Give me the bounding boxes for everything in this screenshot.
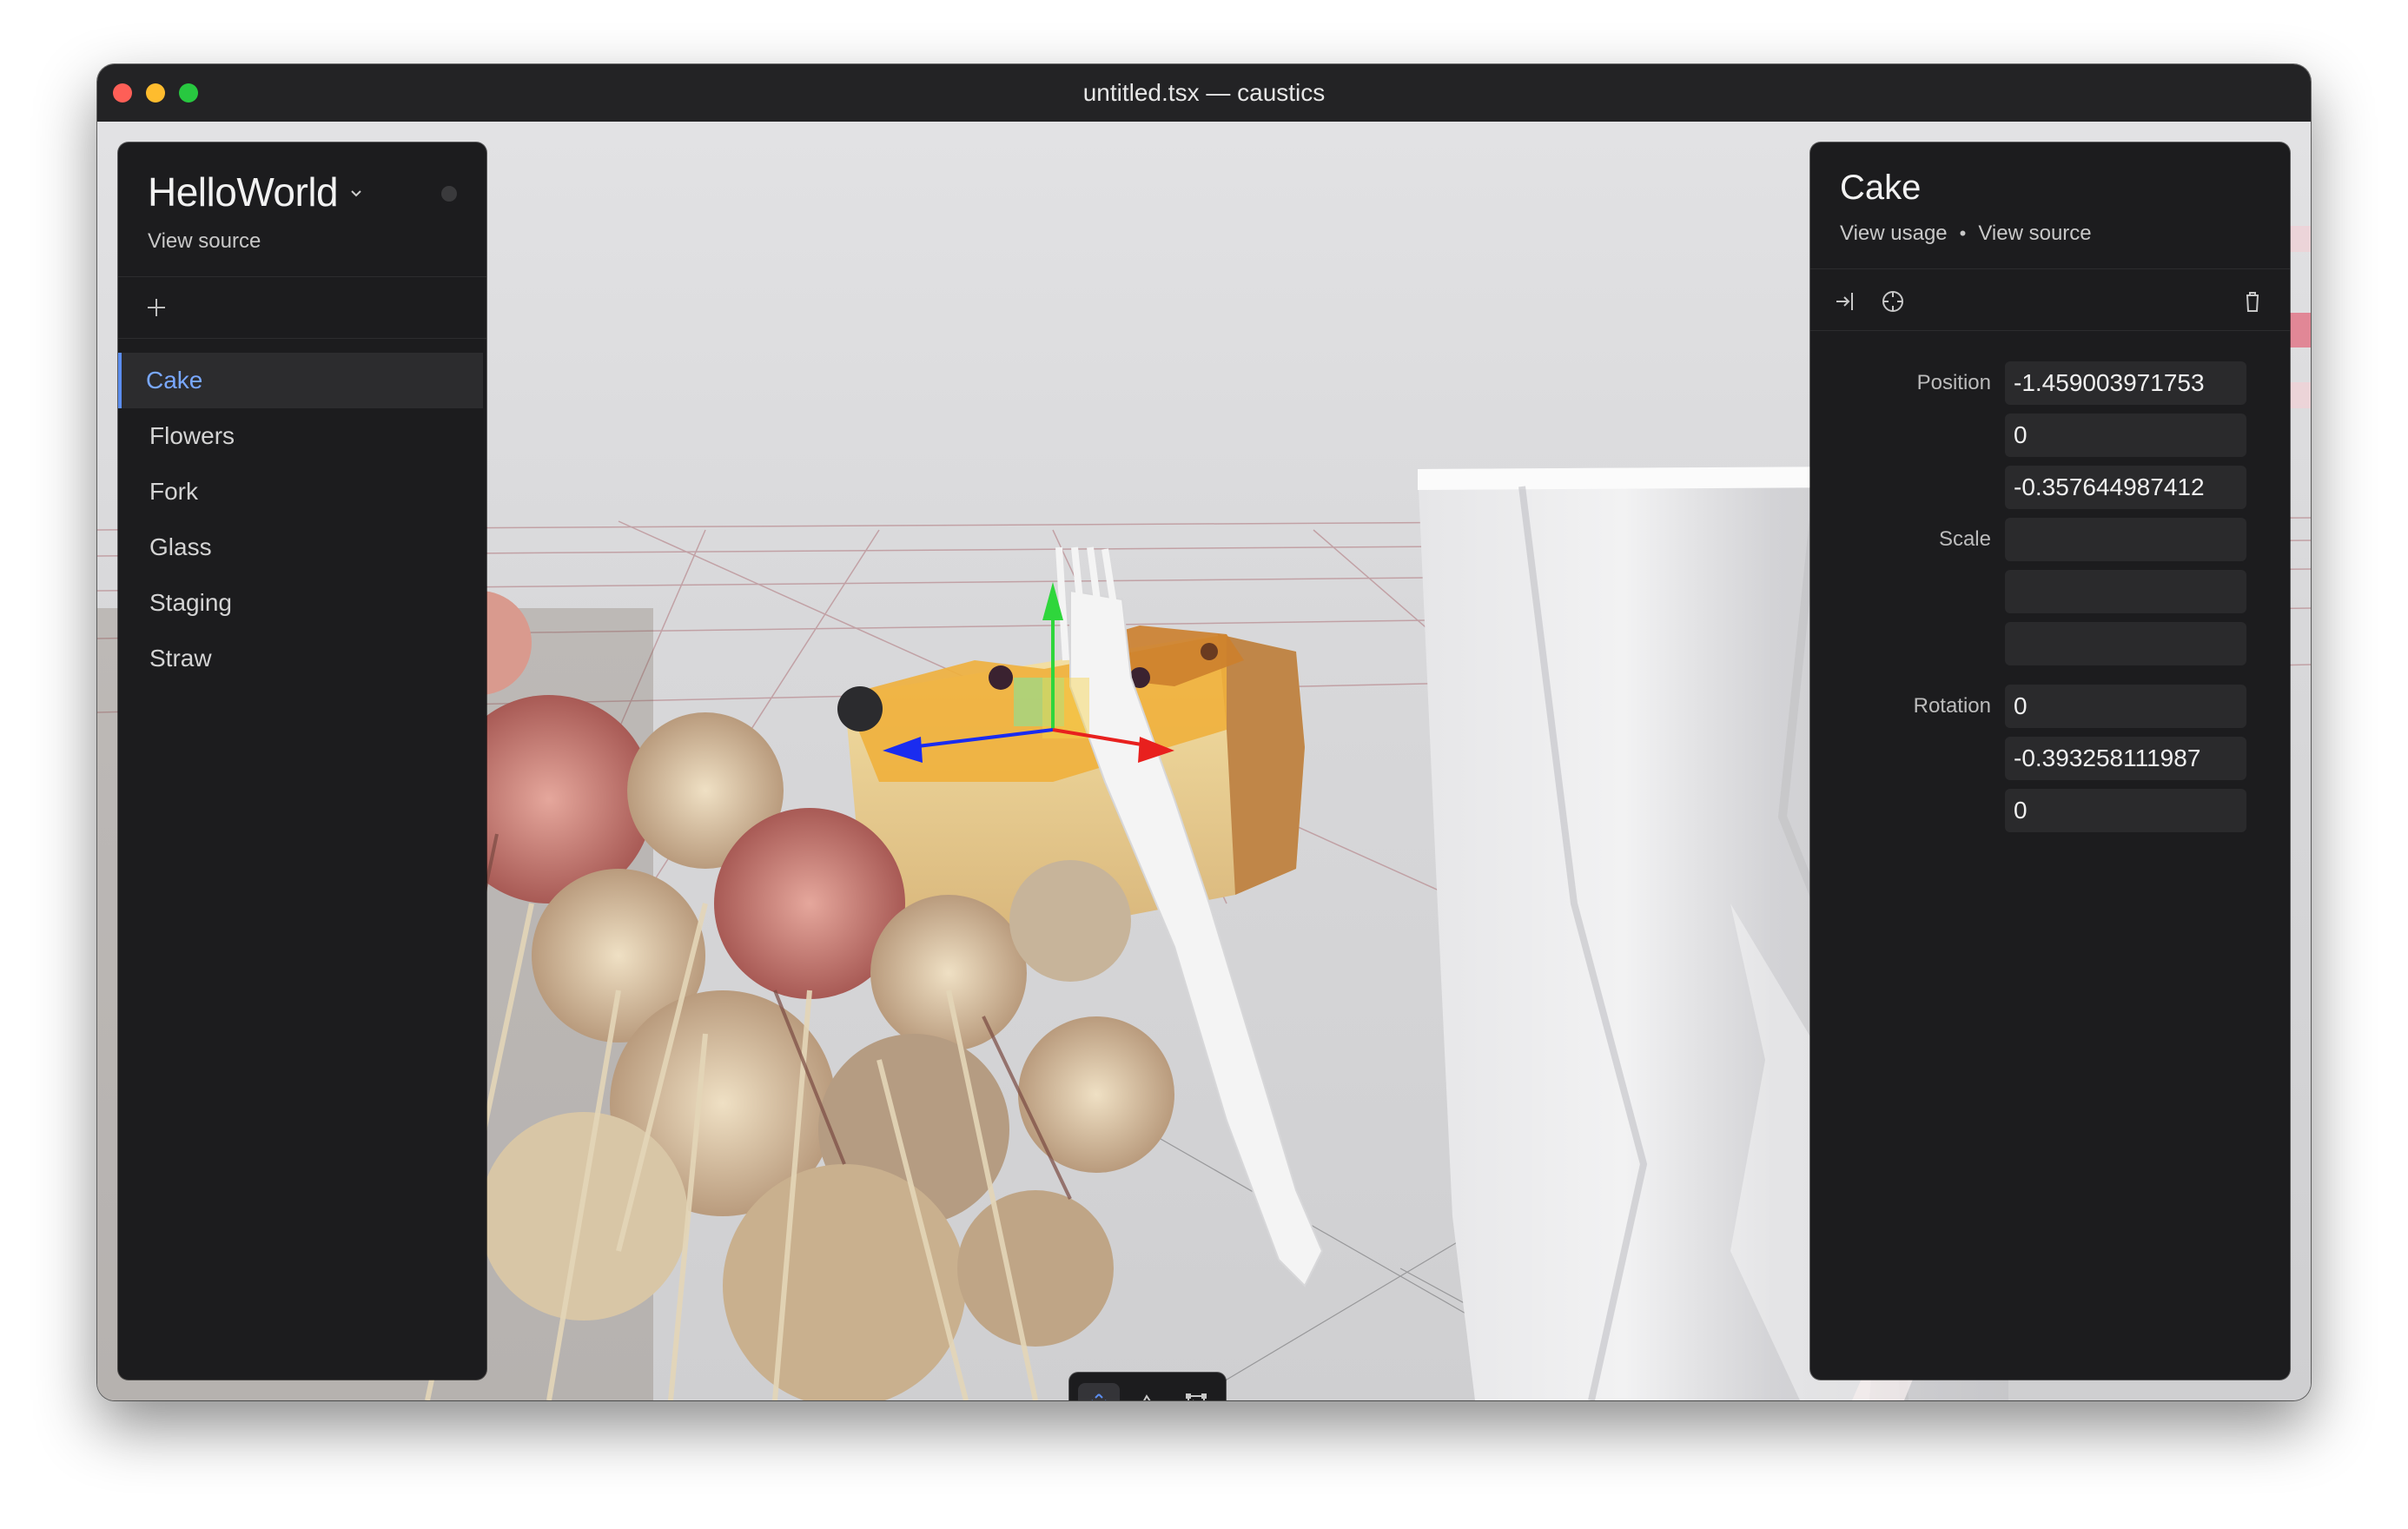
- rotation-y-input[interactable]: [2005, 737, 2246, 780]
- window-title: untitled.tsx — caustics: [1082, 79, 1326, 106]
- scale-label: Scale: [1938, 527, 1991, 551]
- rotate-mode-button[interactable]: [1127, 1383, 1168, 1400]
- object-item-glass[interactable]: Glass: [122, 520, 483, 575]
- properties-form: Position Scale: [1810, 331, 2290, 837]
- title-bar: untitled.tsx — caustics: [97, 64, 2311, 122]
- maximize-window-button[interactable]: [179, 83, 198, 103]
- object-item-staging[interactable]: Staging: [122, 575, 483, 631]
- crosshair-icon[interactable]: [1880, 288, 1906, 314]
- position-label: Position: [1916, 371, 1991, 394]
- position-y-input[interactable]: [2005, 414, 2246, 457]
- object-item-straw[interactable]: Straw: [122, 631, 483, 686]
- rotation-x-input[interactable]: [2005, 685, 2246, 728]
- transform-mode-toolbar: [1069, 1373, 1226, 1400]
- position-z-input[interactable]: [2005, 466, 2246, 509]
- scale-z-input[interactable]: [2005, 622, 2246, 665]
- status-indicator: [441, 186, 457, 202]
- minimize-window-button[interactable]: [146, 83, 165, 103]
- scale-mode-button[interactable]: [1175, 1383, 1217, 1400]
- 3d-viewport[interactable]: HelloWorld View source Cake Flowers Fork…: [97, 122, 2311, 1400]
- inspector-title: Cake: [1840, 169, 1922, 207]
- go-to-icon[interactable]: [1833, 288, 1859, 314]
- scene-graph-panel: HelloWorld View source Cake Flowers Fork…: [118, 142, 486, 1380]
- scale-x-input[interactable]: [2005, 518, 2246, 561]
- scale-icon: [1186, 1393, 1207, 1400]
- inspector-header: Cake View usage • View source: [1810, 142, 2290, 269]
- view-usage-link[interactable]: View usage: [1840, 222, 1948, 246]
- window-controls: [113, 83, 198, 103]
- move-icon: [1091, 1393, 1107, 1400]
- view-source-link[interactable]: View source: [148, 229, 457, 254]
- project-name[interactable]: HelloWorld: [148, 169, 339, 215]
- object-item-flowers[interactable]: Flowers: [122, 408, 483, 464]
- object-item-cake[interactable]: Cake: [118, 353, 483, 408]
- view-source-link[interactable]: View source: [1978, 222, 2091, 246]
- project-header: HelloWorld View source: [118, 142, 486, 277]
- object-list: Cake Flowers Fork Glass Staging Straw: [118, 339, 486, 686]
- inspector-panel: Cake View usage • View source Position -…: [1810, 142, 2290, 1380]
- translate-mode-button[interactable]: [1078, 1383, 1120, 1400]
- rotation-label: Rotation: [1913, 694, 1991, 718]
- rotate-icon: [1143, 1394, 1151, 1400]
- object-item-fork[interactable]: Fork: [122, 464, 483, 520]
- position-x-input[interactable]: [2005, 361, 2246, 405]
- link-separator: •: [1959, 222, 1967, 244]
- inspector-toolbar: [1810, 269, 2290, 331]
- app-window: untitled.tsx — caustics HelloWorld View …: [97, 64, 2311, 1400]
- rotation-z-input[interactable]: [2005, 789, 2246, 832]
- close-window-button[interactable]: [113, 83, 132, 103]
- chevron-down-icon[interactable]: [350, 188, 362, 200]
- scale-y-input[interactable]: [2005, 570, 2246, 613]
- add-object-button[interactable]: [118, 277, 486, 339]
- plus-icon: [148, 299, 165, 316]
- trash-icon[interactable]: [2239, 288, 2266, 314]
